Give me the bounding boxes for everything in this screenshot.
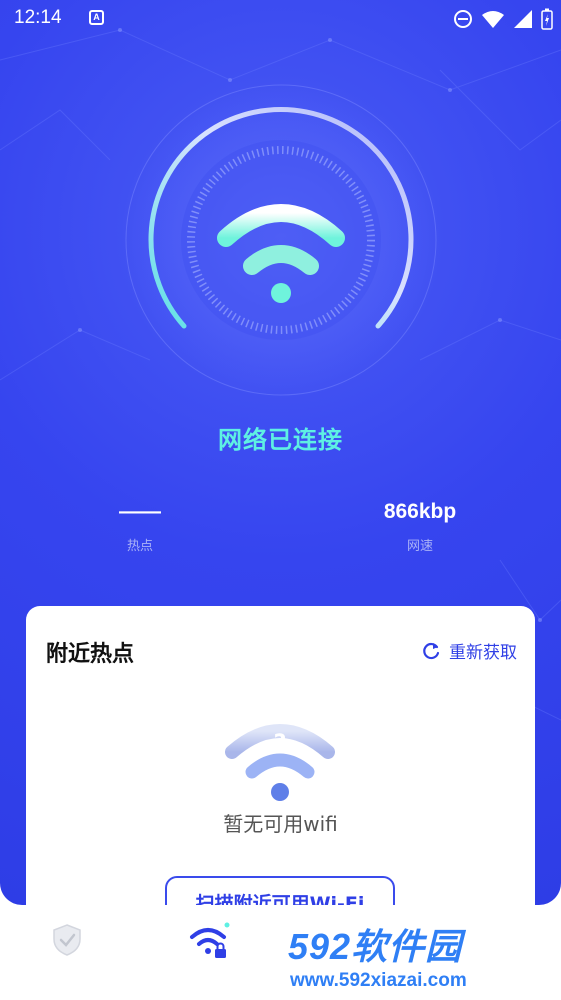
- no-wifi-icon: ?: [225, 724, 335, 801]
- site-watermark: 592软件园 www.592xiazai.com: [282, 912, 561, 1000]
- connection-status-text: 网络已连接: [218, 426, 343, 454]
- wifi-lock-icon[interactable]: [188, 921, 232, 959]
- speed-label: 网速: [406, 539, 433, 554]
- nearby-hotspots-title: 附近热点: [46, 642, 135, 667]
- shield-check-icon[interactable]: [52, 923, 82, 957]
- speed-value: 866kbp: [383, 500, 457, 523]
- speed-stat: 866kbp 网速: [320, 497, 520, 554]
- hotspot-value: ——: [119, 500, 161, 523]
- svg-text:?: ?: [274, 731, 287, 756]
- refresh-button[interactable]: 重新获取: [421, 638, 517, 663]
- refresh-icon: [423, 642, 440, 659]
- empty-state-text: 暂无可用wifi: [223, 812, 338, 836]
- hotspot-label: 热点: [126, 539, 153, 554]
- refresh-label: 重新获取: [449, 643, 517, 663]
- watermark-brand: 592软件园: [288, 926, 463, 967]
- nearby-hotspots-card: 附近热点 重新获取 ? 暂无可用wifi 扫描附近可用Wi-Fi: [26, 606, 535, 932]
- hotspot-stat: —— 热点: [40, 497, 240, 554]
- watermark-url: www.592xiazai.com: [290, 970, 467, 991]
- connection-gauge: [121, 80, 441, 400]
